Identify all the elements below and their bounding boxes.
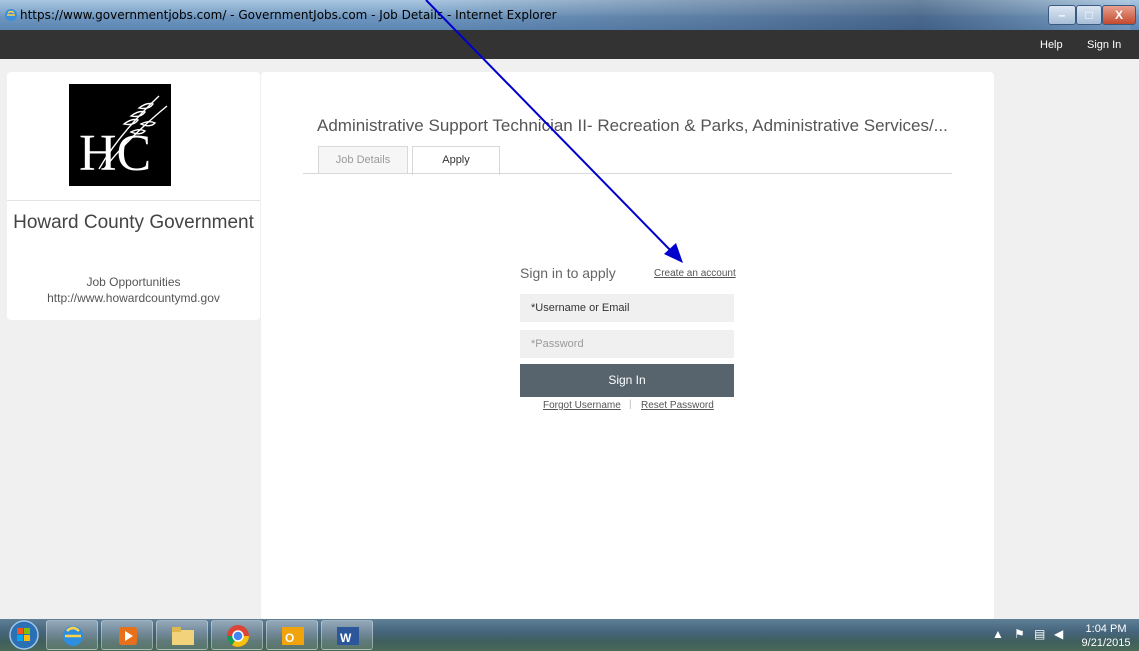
volume-icon[interactable]: ◀ xyxy=(1054,627,1063,641)
action-center-flag-icon[interactable]: ⚑ xyxy=(1014,627,1025,641)
outlook-icon: O xyxy=(282,627,304,645)
folder-icon xyxy=(172,627,194,645)
taskbar-file-explorer[interactable] xyxy=(156,620,208,650)
show-hidden-icons-icon[interactable]: ▲ xyxy=(992,627,1004,641)
media-player-icon xyxy=(119,627,137,645)
taskbar-media-player[interactable] xyxy=(101,620,153,650)
taskbar-internet-explorer[interactable] xyxy=(46,620,98,650)
start-orb-icon[interactable] xyxy=(4,619,44,651)
taskbar-word[interactable]: W xyxy=(321,620,373,650)
internet-explorer-icon xyxy=(63,626,83,646)
taskbar-outlook[interactable]: O xyxy=(266,620,318,650)
chrome-icon xyxy=(227,625,249,647)
svg-text:O: O xyxy=(285,631,294,645)
clock-date[interactable]: 9/21/2015 xyxy=(1076,637,1136,649)
svg-text:W: W xyxy=(340,631,352,645)
windows-taskbar: O W xyxy=(0,619,1139,651)
taskbar-chrome[interactable] xyxy=(211,620,263,650)
clock-time[interactable]: 1:04 PM xyxy=(1076,623,1136,635)
network-icon[interactable]: ▤ xyxy=(1034,627,1045,641)
word-icon: W xyxy=(337,627,359,645)
annotation-arrow-icon xyxy=(425,0,683,263)
